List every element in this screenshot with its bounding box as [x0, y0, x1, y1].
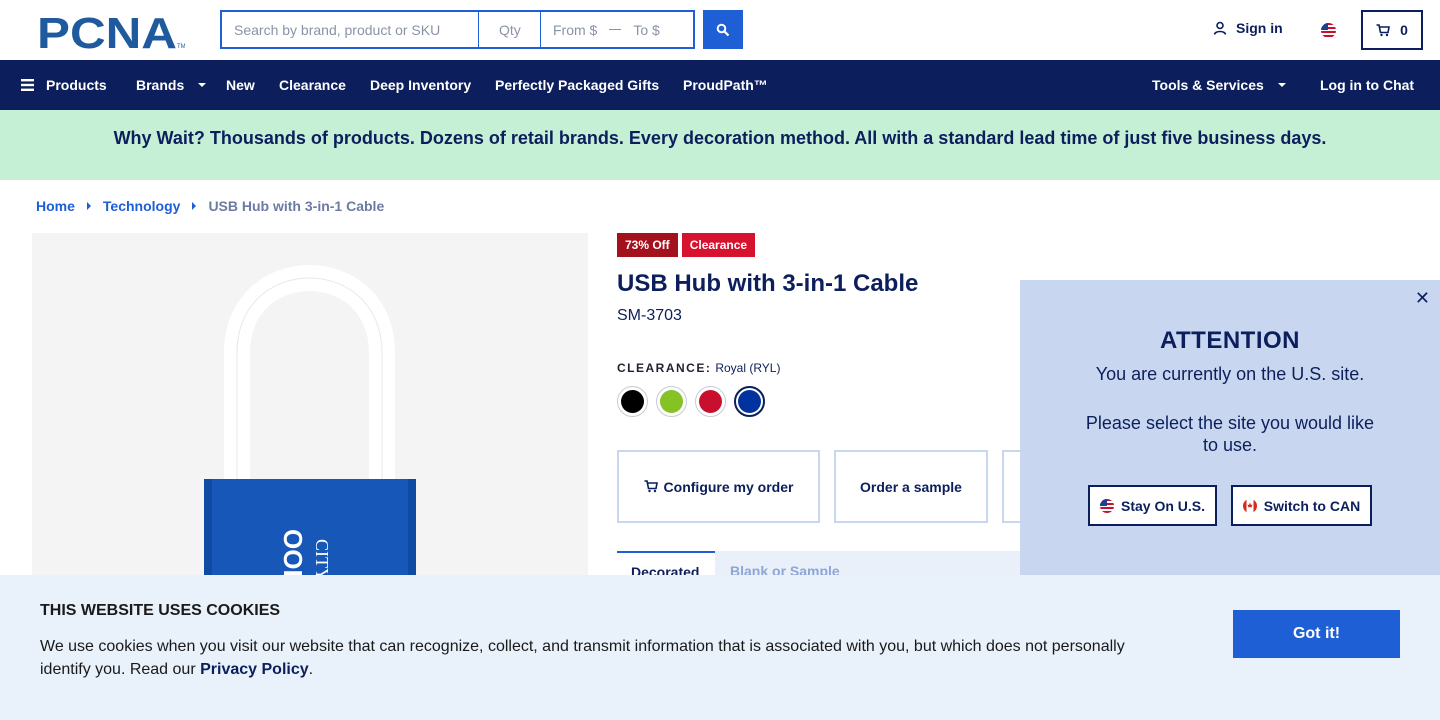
- chevron-down-icon: [198, 83, 207, 87]
- swatch-royal[interactable]: [734, 386, 765, 417]
- color-label-value: Royal (RYL): [715, 361, 781, 375]
- order-sample-button[interactable]: Order a sample: [834, 450, 988, 523]
- stay-on-us-button[interactable]: Stay On U.S.: [1088, 485, 1217, 526]
- nav-gifts-label: Perfectly Packaged Gifts: [495, 77, 660, 93]
- close-icon[interactable]: ✕: [1415, 288, 1430, 309]
- nav-new[interactable]: New: [226, 60, 255, 110]
- cookie-banner: THIS WEBSITE USES COOKIES We use cookies…: [0, 575, 1440, 720]
- search-button[interactable]: [703, 10, 743, 49]
- nav-brands[interactable]: Brands: [136, 60, 207, 110]
- search-icon: [716, 23, 730, 36]
- product-badges: 73% Off Clearance: [617, 233, 756, 257]
- search-bar: Search by brand, product or SKU Qty From…: [220, 10, 695, 49]
- swatch-lime[interactable]: [656, 386, 687, 417]
- sign-in-button[interactable]: Sign in: [1213, 20, 1283, 36]
- clearance-badge: Clearance: [681, 233, 756, 257]
- nav-deep-inventory[interactable]: Deep Inventory: [370, 60, 471, 110]
- privacy-policy-link[interactable]: Privacy Policy: [200, 661, 309, 678]
- color-swatches: [617, 386, 765, 417]
- search-input[interactable]: Search by brand, product or SKU: [222, 12, 479, 47]
- breadcrumb-home[interactable]: Home: [36, 198, 75, 214]
- promo-banner-text: Why Wait? Thousands of products. Dozens …: [113, 127, 1327, 148]
- nav-new-label: New: [226, 77, 255, 93]
- to-price-placeholder[interactable]: To $: [633, 22, 659, 38]
- site-header: PCNA TM Search by brand, product or SKU …: [0, 0, 1440, 60]
- nav-tools-label: Tools & Services: [1152, 77, 1264, 93]
- nav-gifts[interactable]: Perfectly Packaged Gifts: [495, 60, 659, 110]
- cart-button[interactable]: 0: [1361, 10, 1423, 50]
- product-title: USB Hub with 3-in-1 Cable: [617, 270, 919, 297]
- breadcrumb-arrow-icon: [86, 202, 91, 210]
- user-icon: [1213, 21, 1227, 35]
- qty-input[interactable]: Qty: [479, 12, 541, 47]
- nav-tools-services[interactable]: Tools & Services: [1152, 60, 1286, 110]
- swatch-red[interactable]: [695, 386, 726, 417]
- site-selection-popup: ✕ ATTENTION You are currently on the U.S…: [1020, 280, 1440, 580]
- cookie-title: THIS WEBSITE USES COOKIES: [40, 602, 281, 619]
- from-price-placeholder[interactable]: From $: [553, 22, 597, 38]
- cookie-accept-button[interactable]: Got it!: [1233, 610, 1400, 658]
- configure-order-label: Configure my order: [663, 478, 794, 495]
- qty-placeholder: Qty: [499, 21, 521, 38]
- main-nav: Products Brands New Clearance Deep Inven…: [0, 60, 1440, 110]
- switch-to-can-label: Switch to CAN: [1263, 497, 1361, 514]
- order-sample-label: Order a sample: [860, 478, 962, 495]
- cart-icon: [644, 480, 658, 493]
- cookie-period: .: [308, 661, 314, 678]
- menu-icon: [21, 79, 34, 91]
- us-flag-icon: [1099, 498, 1114, 513]
- breadcrumb-current: USB Hub with 3-in-1 Cable: [208, 198, 385, 214]
- discount-badge: 73% Off: [617, 233, 678, 257]
- nav-clearance[interactable]: Clearance: [279, 60, 346, 110]
- switch-to-can-button[interactable]: Switch to CAN: [1231, 485, 1372, 526]
- sign-in-label: Sign in: [1236, 20, 1283, 36]
- configure-order-button[interactable]: Configure my order: [617, 450, 820, 523]
- nav-brands-label: Brands: [136, 77, 185, 93]
- cart-icon: [1376, 23, 1391, 36]
- us-flag-icon[interactable]: [1321, 23, 1336, 38]
- swatch-black[interactable]: [617, 386, 648, 417]
- nav-deep-inventory-label: Deep Inventory: [370, 77, 472, 93]
- nav-products-label: Products: [46, 77, 107, 93]
- search-placeholder: Search by brand, product or SKU: [234, 21, 441, 38]
- breadcrumb: Home Technology USB Hub with 3-in-1 Cabl…: [36, 198, 384, 214]
- nav-clearance-label: Clearance: [279, 77, 346, 93]
- color-label-key: CLEARANCE:: [617, 361, 712, 375]
- nav-proudpath[interactable]: ProudPath™: [683, 60, 768, 110]
- attention-message: You are currently on the U.S. site.: [1095, 364, 1365, 384]
- nav-log-in-chat[interactable]: Log in to Chat: [1320, 60, 1414, 110]
- chevron-down-icon: [1277, 83, 1286, 87]
- color-label: CLEARANCE: Royal (RYL): [617, 361, 780, 375]
- price-range-inputs[interactable]: From $ To $: [541, 12, 693, 47]
- cart-count: 0: [1400, 22, 1408, 38]
- attention-prompt: Please select the site you would like to…: [1085, 413, 1375, 455]
- attention-title: ATTENTION: [1159, 327, 1301, 354]
- canada-flag-icon: [1242, 498, 1257, 513]
- nav-proudpath-label: ProudPath™: [683, 77, 768, 93]
- product-sku: SM-3703: [617, 307, 682, 324]
- promo-banner: Why Wait? Thousands of products. Dozens …: [0, 110, 1440, 180]
- cookie-message: We use cookies when you visit our websit…: [40, 635, 1150, 681]
- logo-text: PCNA: [37, 12, 177, 50]
- breadcrumb-technology[interactable]: Technology: [103, 198, 181, 214]
- nav-chat-label: Log in to Chat: [1320, 77, 1415, 93]
- svg-text:TM: TM: [177, 44, 185, 50]
- stay-on-us-label: Stay On U.S.: [1120, 497, 1206, 514]
- range-dash: [609, 28, 622, 31]
- nav-products[interactable]: Products: [21, 60, 107, 110]
- pcna-logo[interactable]: PCNA TM: [37, 12, 185, 50]
- breadcrumb-arrow-icon: [192, 202, 197, 210]
